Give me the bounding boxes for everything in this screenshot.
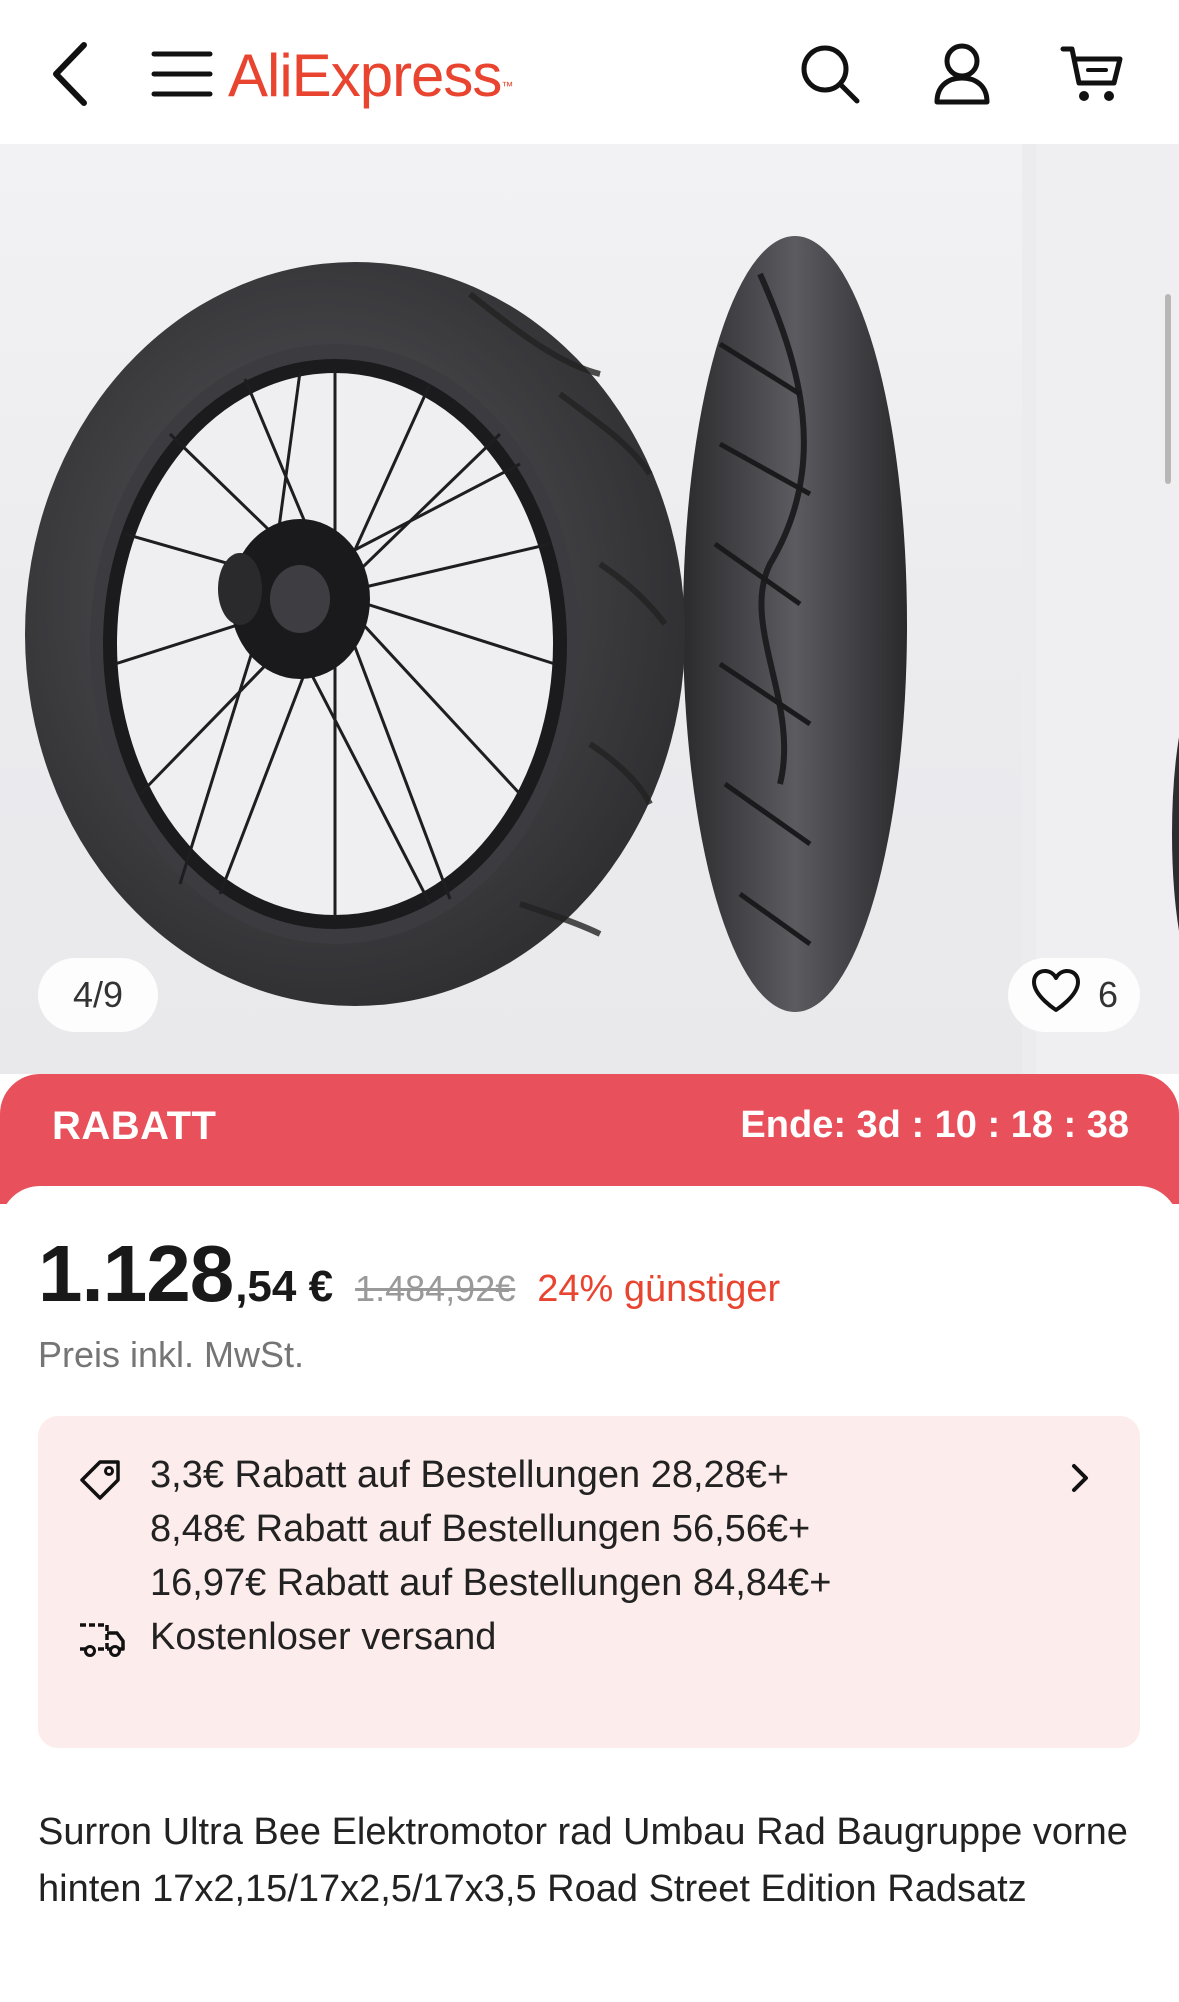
price-row: 1.128 ,54 € 1.484,92€ 24% günstiger <box>38 1228 780 1320</box>
promo-line-3: 16,97€ Rabatt auf Bestellungen 84,84€+ <box>150 1562 832 1604</box>
discount-label: RABATT <box>52 1104 217 1148</box>
delivery-truck-icon <box>76 1614 126 1664</box>
promotions-panel[interactable]: 3,3€ Rabatt auf Bestellungen 28,28€+ 8,4… <box>38 1416 1140 1748</box>
image-counter: 4/9 <box>38 958 158 1032</box>
countdown-timer: Ende: 3d : 10 : 18 : 38 <box>740 1104 1129 1146</box>
chevron-right-icon[interactable] <box>1060 1458 1100 1498</box>
vat-note: Preis inkl. MwSt. <box>38 1334 305 1375</box>
wishlist-count: 6 <box>1097 974 1119 1015</box>
coupon-tag-icon <box>76 1454 126 1504</box>
original-price: 1.484,92€ <box>355 1268 516 1309</box>
product-image[interactable] <box>0 144 1022 1074</box>
top-navigation-bar: AliExpress™ <box>0 0 1179 144</box>
promo-line-2: 8,48€ Rabatt auf Bestellungen 56,56€+ <box>150 1508 811 1550</box>
menu-icon[interactable] <box>140 32 224 116</box>
promo-line-1: 3,3€ Rabatt auf Bestellungen 28,28€+ <box>150 1454 790 1496</box>
account-icon[interactable] <box>920 32 1004 116</box>
product-title: Surron Ultra Bee Elektromotor rad Umbau … <box>38 1811 1128 1910</box>
scrollbar[interactable] <box>1165 294 1171 484</box>
search-icon[interactable] <box>788 32 872 116</box>
discount-banner: RABATT Ende: 3d : 10 : 18 : 38 <box>0 1074 1179 1204</box>
current-price-decimal: ,54 € <box>235 1262 334 1311</box>
product-info-card: 1.128 ,54 € 1.484,92€ 24% günstiger Prei… <box>0 1186 1179 2002</box>
free-shipping-text: Kostenloser versand <box>150 1616 497 1658</box>
product-image-gallery[interactable] <box>0 144 1179 1074</box>
discount-percentage: 24% günstiger <box>537 1268 781 1310</box>
heart-icon <box>1030 968 1082 1023</box>
next-product-image[interactable] <box>1036 144 1179 1074</box>
wishlist-button[interactable]: 6 <box>1008 958 1140 1032</box>
aliexpress-logo[interactable]: AliExpress™ <box>228 38 513 114</box>
current-price-integer: 1.128 <box>38 1229 234 1318</box>
back-arrow-icon[interactable] <box>28 32 112 116</box>
cart-icon[interactable] <box>1050 32 1134 116</box>
